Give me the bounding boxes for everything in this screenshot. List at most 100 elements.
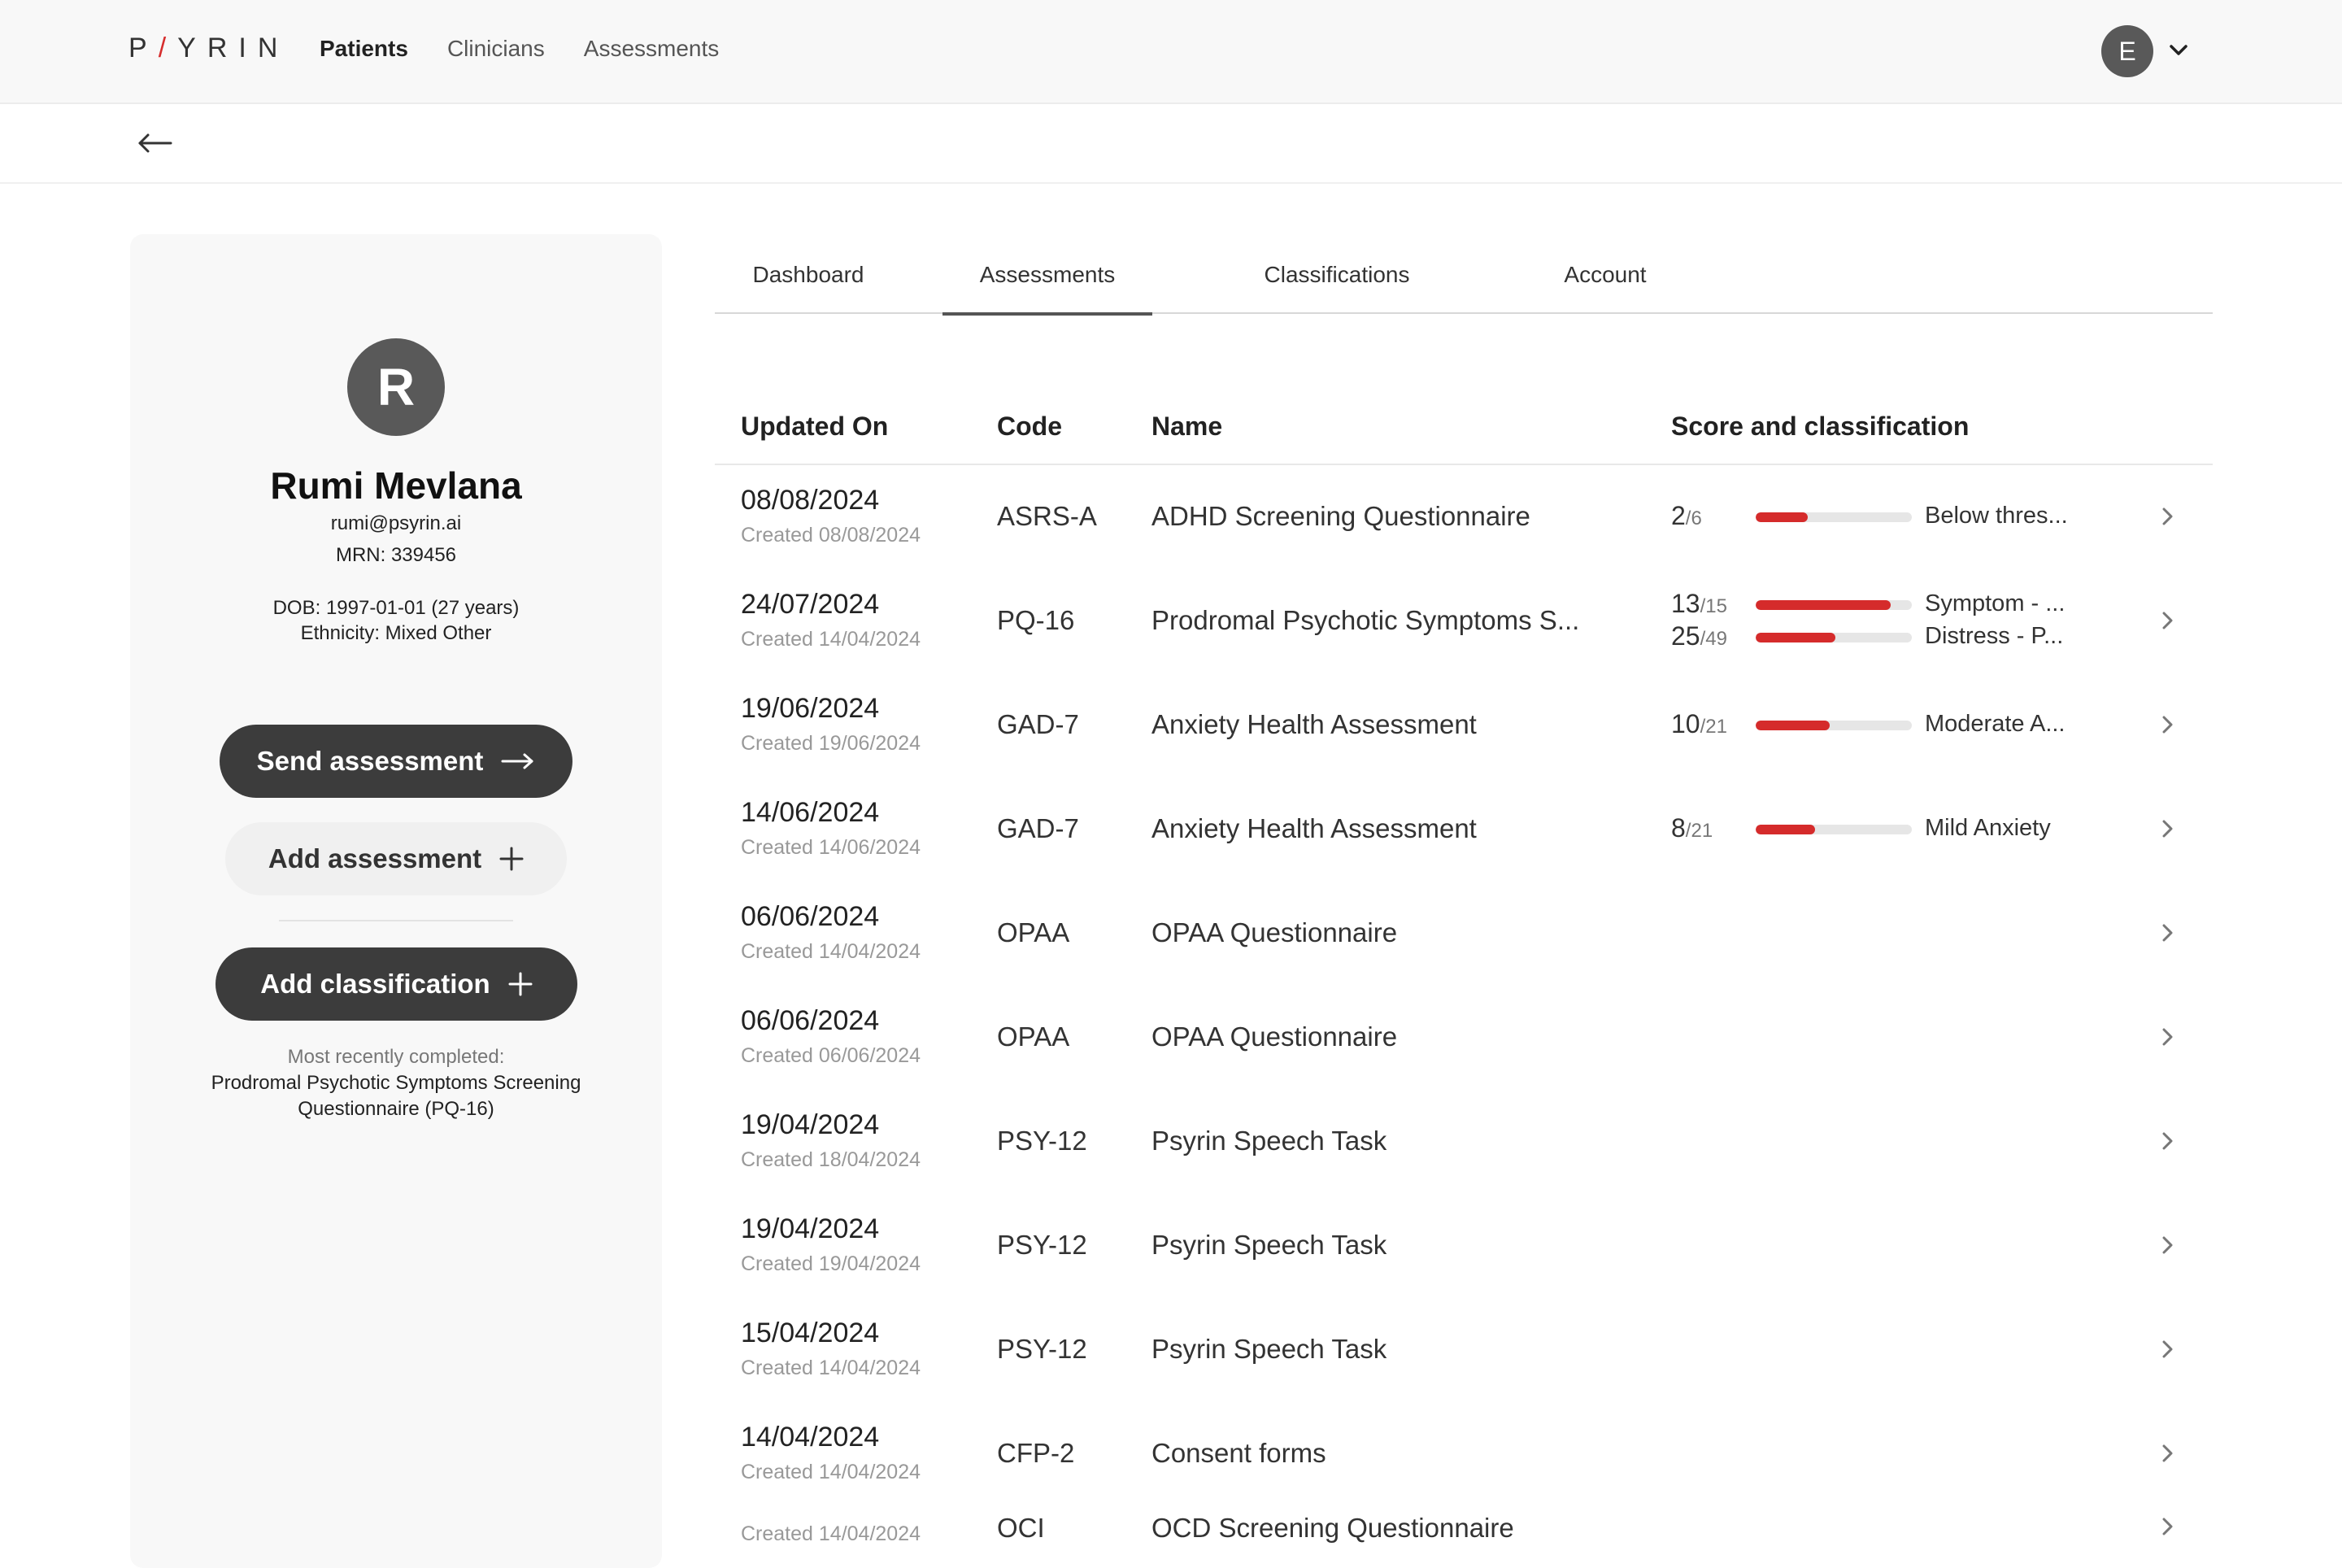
assessment-name: Anxiety Health Assessment — [1151, 709, 1477, 739]
tab-classifications[interactable]: Classifications — [1203, 236, 1471, 314]
plus-icon — [508, 972, 533, 996]
assessment-name: Psyrin Speech Task — [1151, 1334, 1387, 1364]
recent-label: Most recently completed: — [287, 1046, 505, 1068]
classification-label: Distress - P... — [1925, 623, 2064, 649]
classification-label: Moderate A... — [1925, 711, 2066, 737]
table-row[interactable]: 15/04/2024 Created 14/04/2024 PSY-12 Psyrin… — [715, 1298, 2213, 1402]
recent-line-2: Questionnaire (PQ-16) — [298, 1098, 494, 1120]
plus-icon — [499, 847, 524, 871]
table-row[interactable]: 14/04/2024 Created 14/04/2024 CFP-2 Consent… — [715, 1402, 2213, 1506]
nav-patients[interactable]: Patients — [320, 36, 408, 62]
score-bar-fill — [1756, 633, 1835, 642]
table-row[interactable]: 24/07/2024 Created 14/04/2024 PQ-16 Prodrom… — [715, 569, 2213, 673]
score-bar-fill — [1756, 512, 1808, 522]
nav-clinicians[interactable]: Clinicians — [447, 36, 545, 62]
sub-header — [0, 104, 2342, 184]
table-row[interactable]: 14/06/2024 Created 14/06/2024 GAD-7 Anxiety… — [715, 777, 2213, 882]
created-date: Created 19/04/2024 — [741, 1252, 921, 1275]
created-date: Created 14/06/2024 — [741, 836, 921, 859]
classification-label: Symptom - ... — [1925, 590, 2066, 616]
chevron-right-icon[interactable] — [2157, 1025, 2178, 1049]
created-date: Created 14/04/2024 — [741, 1461, 921, 1483]
patient-ethnicity: Ethnicity: Mixed Other — [300, 622, 492, 644]
tab-dashboard-label: Dashboard — [752, 262, 864, 287]
updated-date: 24/07/2024 — [741, 589, 880, 620]
table-row[interactable]: Created 14/04/2024 OCI OCD Screening Quest… — [715, 1506, 2213, 1561]
score-classification: 8/21 Mild Anxiety — [1671, 813, 2078, 846]
updated-date: 19/04/2024 — [741, 1109, 880, 1140]
score-bar — [1756, 721, 1912, 730]
updated-date: 14/06/2024 — [741, 797, 880, 828]
header-code[interactable]: Code — [997, 412, 1062, 442]
updated-date: 06/06/2024 — [741, 1005, 880, 1036]
panel-divider — [279, 920, 513, 921]
assessment-name: ADHD Screening Questionnaire — [1151, 501, 1530, 531]
assessment-name: Anxiety Health Assessment — [1151, 813, 1477, 843]
score-bar — [1756, 633, 1912, 642]
chevron-right-icon[interactable] — [2157, 1514, 2178, 1539]
score-value: 25/49 — [1671, 621, 1727, 651]
send-assessment-button[interactable]: Send assessment — [220, 725, 572, 798]
chevron-right-icon[interactable] — [2157, 921, 2178, 945]
back-arrow-icon[interactable] — [137, 128, 174, 158]
created-date: Created 08/08/2024 — [741, 524, 921, 547]
tab-assessments-label: Assessments — [979, 262, 1116, 287]
chevron-right-icon[interactable] — [2157, 1233, 2178, 1257]
patient-mrn: MRN: 339456 — [335, 544, 457, 566]
tab-assessments[interactable]: Assessments — [942, 236, 1152, 316]
table-row[interactable]: 19/04/2024 Created 19/04/2024 PSY-12 Psyrin… — [715, 1194, 2213, 1298]
chevron-right-icon[interactable] — [2157, 504, 2178, 529]
chevron-right-icon[interactable] — [2157, 608, 2178, 633]
table-row[interactable]: 06/06/2024 Created 14/04/2024 OPAA OPAA Que… — [715, 882, 2213, 986]
assessment-name: Prodromal Psychotic Symptoms S... — [1151, 605, 1580, 635]
header-updated-on[interactable]: Updated On — [741, 412, 888, 442]
nav-assessments[interactable]: Assessments — [584, 36, 720, 62]
tab-dashboard[interactable]: Dashboard — [715, 236, 902, 314]
add-classification-button[interactable]: Add classification — [215, 947, 577, 1021]
patient-avatar: R — [347, 338, 445, 436]
header-score[interactable]: Score and classification — [1671, 412, 1969, 442]
score-bar — [1756, 600, 1912, 610]
assessment-code: OCI — [997, 1513, 1045, 1543]
tab-classifications-label: Classifications — [1264, 262, 1410, 287]
updated-date: 19/04/2024 — [741, 1213, 880, 1244]
patient-dob: DOB: 1997-01-01 (27 years) — [272, 597, 520, 619]
created-date: Created 19/06/2024 — [741, 732, 921, 755]
recent-line-1: Prodromal Psychotic Symptoms Screening — [211, 1072, 581, 1094]
chevron-down-icon[interactable] — [2167, 39, 2190, 62]
score-classification: 13/15 Symptom - ... — [1671, 589, 2078, 621]
chevron-right-icon[interactable] — [2157, 712, 2178, 737]
table-row[interactable]: 19/06/2024 Created 19/06/2024 GAD-7 Anxiety… — [715, 673, 2213, 777]
tab-active-underline — [942, 312, 1152, 316]
created-date: Created 06/06/2024 — [741, 1044, 921, 1067]
assessment-code: ASRS-A — [997, 501, 1097, 531]
table-row[interactable]: 08/08/2024 Created 08/08/2024 ASRS-A ADHD S… — [715, 465, 2213, 569]
patient-email: rumi@psyrin.ai — [330, 512, 462, 534]
chevron-right-icon[interactable] — [2157, 1337, 2178, 1361]
chevron-right-icon[interactable] — [2157, 1129, 2178, 1153]
add-assessment-button[interactable]: Add assessment — [225, 822, 567, 895]
tab-account[interactable]: Account — [1512, 236, 1699, 314]
assessment-code: PQ-16 — [997, 605, 1075, 635]
header-name[interactable]: Name — [1151, 412, 1222, 442]
add-classification-label: Add classification — [260, 969, 490, 999]
assessment-code: GAD-7 — [997, 709, 1079, 739]
main-nav: Patients Clinicians Assessments — [320, 36, 719, 62]
table-row[interactable]: 06/06/2024 Created 06/06/2024 OPAA OPAA Que… — [715, 986, 2213, 1090]
score-bar — [1756, 512, 1912, 522]
assessment-name: OCD Screening Questionnaire — [1151, 1513, 1514, 1543]
updated-date: 14/04/2024 — [741, 1422, 880, 1453]
user-avatar[interactable]: E — [2101, 25, 2153, 77]
psyrin-logo[interactable]: P/YRIN — [128, 33, 289, 64]
score-value: 8/21 — [1671, 813, 1713, 843]
assessments-table-header: Updated On Code Name Score and classific… — [715, 399, 2213, 465]
chevron-right-icon[interactable] — [2157, 1441, 2178, 1466]
chevron-right-icon[interactable] — [2157, 817, 2178, 841]
assessment-code: OPAA — [997, 917, 1070, 947]
classification-label: Below thres... — [1925, 503, 2068, 529]
created-date: Created 14/04/2024 — [741, 940, 921, 963]
created-date: Created 14/04/2024 — [741, 628, 921, 651]
table-row[interactable]: 19/04/2024 Created 18/04/2024 PSY-12 Psyrin… — [715, 1090, 2213, 1194]
assessment-code: OPAA — [997, 1021, 1070, 1052]
created-date: Created 14/04/2024 — [741, 1357, 921, 1379]
